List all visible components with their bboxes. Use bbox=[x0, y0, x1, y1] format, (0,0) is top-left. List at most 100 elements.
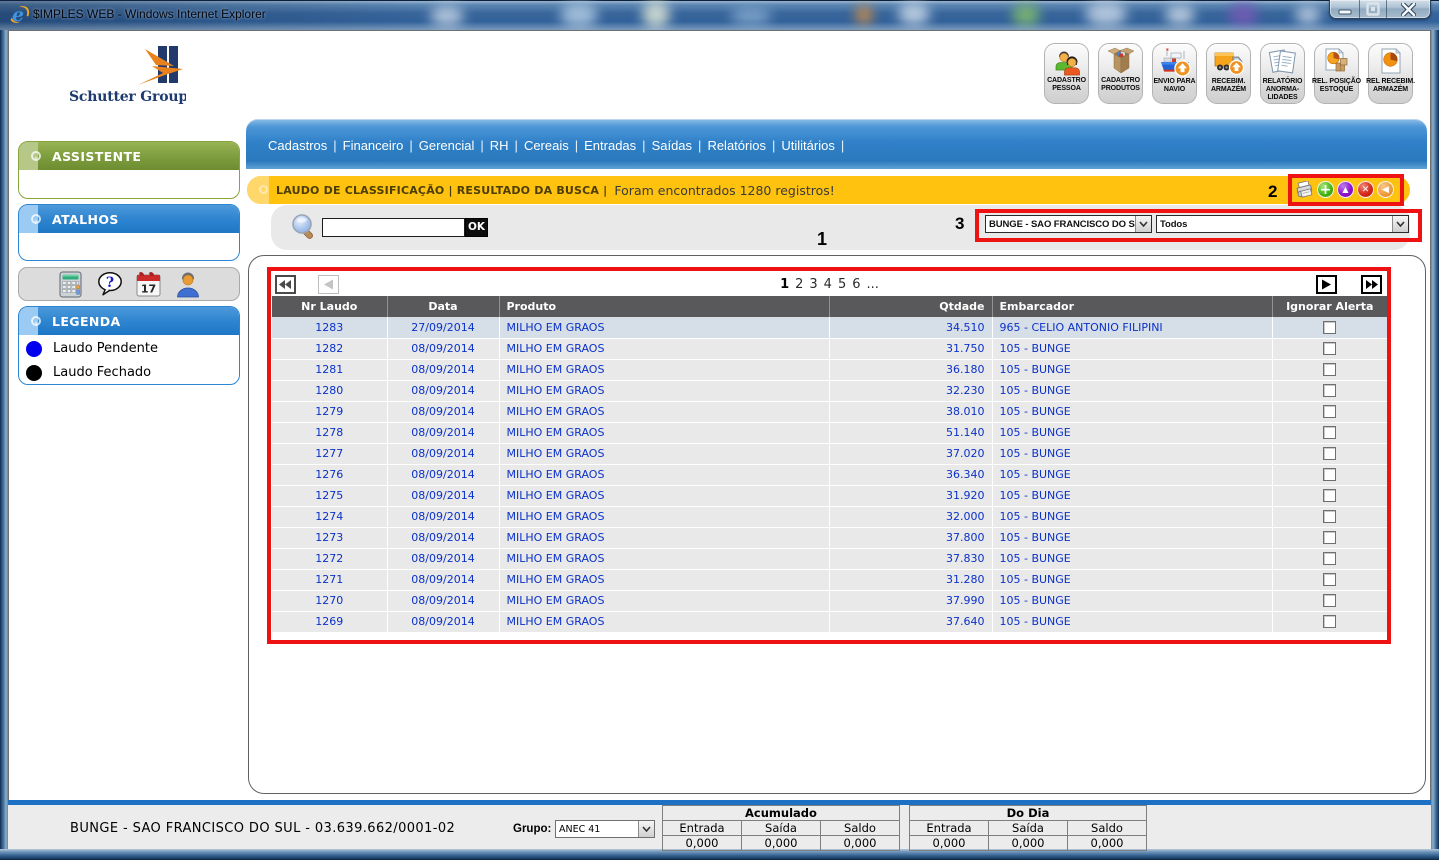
summary-column-header: Saldo bbox=[1068, 821, 1147, 836]
menu-item-saidas[interactable]: Saídas bbox=[652, 138, 692, 153]
summary-value: 0,000 bbox=[989, 836, 1068, 851]
glass-blur-blob bbox=[855, 6, 873, 24]
status-text: LAUDO DE CLASSIFICAÇÃO | RESULTADO DA BU… bbox=[276, 176, 835, 204]
svg-text:e: e bbox=[12, 4, 24, 25]
browser-window: e $IMPLES WEB - Windows Internet Explore… bbox=[0, 0, 1439, 860]
menu-item-gerencial[interactable]: Gerencial bbox=[419, 138, 475, 153]
assistente-panel: › ASSISTENTE bbox=[18, 141, 240, 199]
legend-item: Laudo Pendente bbox=[19, 340, 239, 359]
menu-item-utilitarios[interactable]: Utilitários bbox=[781, 138, 834, 153]
grupo-select-value: ANEC 41 bbox=[556, 824, 638, 835]
glass-blur-blob bbox=[898, 3, 930, 25]
summary-column-header: Saída bbox=[742, 821, 821, 836]
menu-item-entradas[interactable]: Entradas bbox=[584, 138, 636, 153]
glass-blur-blob bbox=[730, 8, 772, 24]
svg-text:17: 17 bbox=[141, 282, 156, 295]
search-input[interactable] bbox=[322, 218, 465, 237]
legenda-panel: › LEGENDA Laudo Pendente Laudo Fechado bbox=[18, 306, 240, 385]
annotation-box-2 bbox=[1288, 174, 1404, 206]
menu-item-relatorios[interactable]: Relatórios bbox=[707, 138, 766, 153]
menu-separator: | bbox=[772, 138, 775, 153]
minimize-button[interactable] bbox=[1330, 0, 1359, 18]
summary-table: AcumuladoEntradaSaídaSaldo0,0000,0000,00… bbox=[662, 805, 900, 851]
atalhos-title: ATALHOS bbox=[52, 212, 119, 227]
truck-icon bbox=[1213, 47, 1245, 77]
piedoc-icon bbox=[1375, 47, 1406, 77]
calculator-icon[interactable] bbox=[57, 270, 85, 298]
glass-blur-blob bbox=[430, 6, 464, 26]
cadastro-produtos-button[interactable]: CADASTROPRODUTOS bbox=[1098, 43, 1143, 104]
menu-separator: | bbox=[409, 138, 412, 153]
summary-column-header: Saldo bbox=[821, 821, 900, 836]
sidebar-tool-strip: ? 17 bbox=[18, 267, 240, 301]
quickbar-button-label: CADASTROPESSOA bbox=[1047, 77, 1086, 93]
glass-blur-blob bbox=[1012, 4, 1040, 26]
user-icon[interactable] bbox=[174, 270, 202, 298]
quickbar-button-label: REL. POSIÇÃOESTOQUE bbox=[1312, 78, 1361, 94]
help-icon[interactable]: ? bbox=[96, 270, 124, 298]
status-message: Foram encontrados 1280 registros! bbox=[614, 183, 834, 198]
search-icon bbox=[291, 213, 318, 241]
legend-item: Laudo Fechado bbox=[19, 364, 239, 383]
envio-para-navio-button[interactable]: ENVIO PARANAVIO bbox=[1152, 43, 1197, 104]
legend-dot bbox=[26, 365, 42, 381]
menu-item-financeiro[interactable]: Financeiro bbox=[343, 138, 404, 153]
menu-separator: | bbox=[698, 138, 701, 153]
calendar-icon[interactable]: 17 bbox=[135, 270, 163, 298]
relatorio-anormalidades-button[interactable]: RELATÓRIOANORMA-LIDADES bbox=[1260, 43, 1305, 104]
rel-recebim-armazem-button[interactable]: REL RECEBIM.ARMAZÉM bbox=[1368, 43, 1413, 104]
menu-item-cadastros[interactable]: Cadastros bbox=[268, 138, 327, 153]
atalhos-panel: › ATALHOS bbox=[18, 204, 240, 261]
people-icon bbox=[1051, 47, 1082, 76]
internet-explorer-icon: e bbox=[9, 4, 30, 25]
legend-dot bbox=[26, 341, 42, 357]
assistente-panel-header[interactable]: › ASSISTENTE bbox=[19, 142, 239, 170]
summary-value: 0,000 bbox=[742, 836, 821, 851]
assistente-title: ASSISTENTE bbox=[52, 149, 141, 164]
status-bar: LAUDO DE CLASSIFICAÇÃO | RESULTADO DA BU… bbox=[247, 176, 1410, 204]
close-button[interactable] bbox=[1386, 0, 1430, 18]
menu-separator: | bbox=[480, 138, 483, 153]
window-frame-left bbox=[0, 30, 8, 849]
quickbar-button-label: CADASTROPRODUTOS bbox=[1101, 77, 1140, 93]
main-menu: Cadastros | Financeiro | Gerencial | RH | Cereai… bbox=[268, 138, 850, 153]
window-controls bbox=[1329, 0, 1431, 19]
legenda-title: LEGENDA bbox=[52, 314, 121, 329]
quick-access-toolbar: CADASTROPESSOA CADASTROPRODUTOS ENVIO PA… bbox=[1044, 43, 1413, 104]
menu-item-cereais[interactable]: Cereais bbox=[524, 138, 569, 153]
legend-items: Laudo Pendente Laudo Fechado bbox=[19, 340, 239, 383]
legend-label: Laudo Pendente bbox=[53, 341, 158, 356]
glass-blur-blob bbox=[560, 3, 598, 27]
annotation-number-2: 2 bbox=[1268, 182, 1277, 202]
chevron-marker-icon: › bbox=[31, 151, 41, 161]
summary-value: 0,000 bbox=[1068, 836, 1147, 851]
search-ok-button[interactable]: OK bbox=[465, 218, 488, 237]
grupo-select[interactable]: ANEC 41 bbox=[555, 820, 655, 838]
legenda-panel-header[interactable]: › LEGENDA bbox=[19, 307, 239, 335]
menu-separator: | bbox=[515, 138, 518, 153]
maximize-button[interactable] bbox=[1359, 0, 1386, 18]
recebim-armazem-button[interactable]: RECEBIM.ARMAZÉM bbox=[1206, 43, 1251, 104]
cadastro-pessoa-button[interactable]: CADASTROPESSOA bbox=[1044, 43, 1089, 104]
summary-table-title: Acumulado bbox=[663, 806, 900, 821]
brand-name: Schutter Group bbox=[69, 89, 186, 105]
chevron-marker-icon: › bbox=[31, 316, 41, 326]
summary-column-header: Entrada bbox=[663, 821, 742, 836]
menu-separator: | bbox=[642, 138, 645, 153]
title-bar: e $IMPLES WEB - Windows Internet Explore… bbox=[0, 0, 1439, 30]
schutter-group-logo: Schutter Group bbox=[66, 42, 186, 110]
atalhos-panel-header[interactable]: › ATALHOS bbox=[19, 205, 239, 233]
summary-value: 0,000 bbox=[663, 836, 742, 851]
quickbar-button-label: REL RECEBIM.ARMAZÉM bbox=[1366, 78, 1415, 94]
legend-label: Laudo Fechado bbox=[53, 365, 151, 380]
summary-column-header: Saída bbox=[989, 821, 1068, 836]
status-marker-icon bbox=[259, 185, 268, 194]
annotation-number-3: 3 bbox=[955, 214, 964, 234]
status-breadcrumb: LAUDO DE CLASSIFICAÇÃO | RESULTADO DA BU… bbox=[276, 184, 607, 197]
docs-icon bbox=[1267, 47, 1298, 77]
summary-table-title: Do Dia bbox=[910, 806, 1147, 821]
annotation-box-1 bbox=[267, 267, 1391, 644]
menu-item-rh[interactable]: RH bbox=[490, 138, 509, 153]
rel-posicao-estoque-button[interactable]: REL. POSIÇÃOESTOQUE bbox=[1314, 43, 1359, 104]
ship-icon bbox=[1159, 47, 1191, 77]
